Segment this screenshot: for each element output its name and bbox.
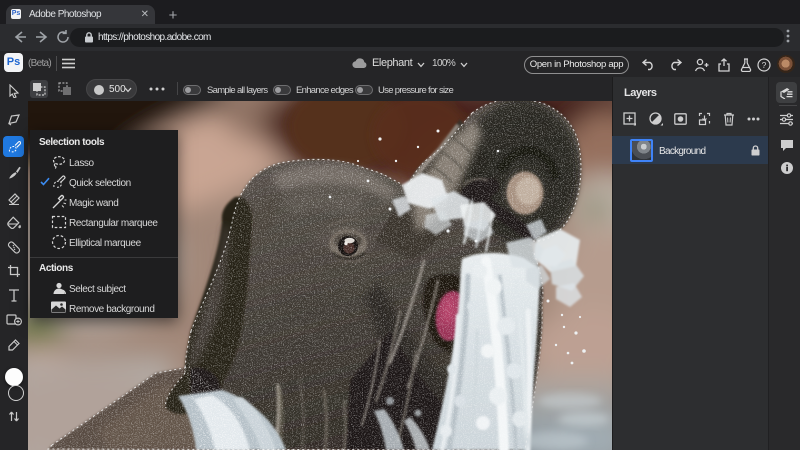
svg-text:?: ?: [762, 60, 767, 70]
